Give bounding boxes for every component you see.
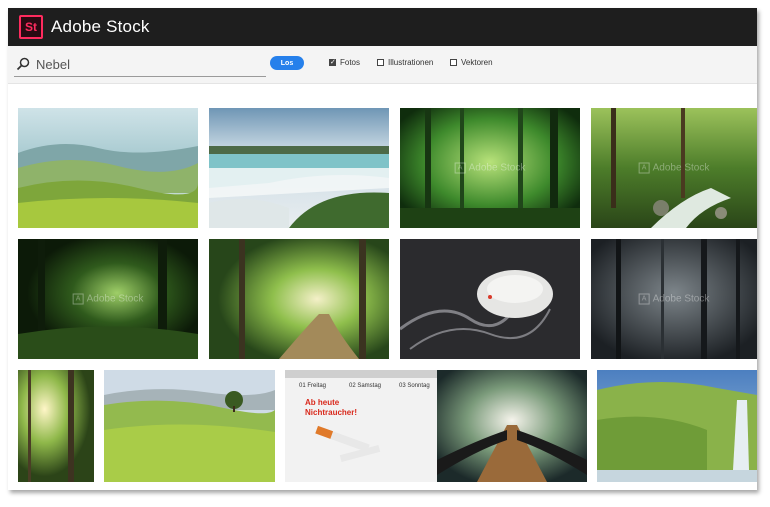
image-thumbnail-dark-forest-path[interactable]: A Adobe Stock	[18, 239, 198, 359]
filter-vectors-label: Vektoren	[461, 58, 493, 67]
filter-photos-label: Fotos	[340, 58, 361, 67]
watermark: A Adobe Stock	[72, 293, 143, 305]
search-bar: Los ✓ Fotos Illustrationen Vektoren	[8, 46, 757, 84]
search-go-button[interactable]: Los	[270, 56, 304, 70]
image-thumbnail-calendar-nonsmoker[interactable]: 01 Freitag 02 Samstag 03 Sonntag Ab heut…	[285, 370, 452, 482]
foggy-bridge-photo	[437, 370, 587, 482]
sunbeam-forest-photo	[18, 370, 94, 482]
filter-illustrations-label: Illustrationen	[388, 58, 434, 67]
mountain-waterfall-photo	[597, 370, 757, 482]
calendar-note-2: Nichtraucher!	[305, 408, 358, 417]
watermark: A Adobe Stock	[638, 162, 709, 174]
calendar-rings	[285, 370, 452, 378]
checkbox-photos[interactable]: ✓	[329, 59, 336, 66]
image-thumbnail-sunlit-forest[interactable]	[209, 239, 389, 359]
search-field	[14, 52, 266, 77]
smoke-detector-photo	[400, 239, 580, 359]
calendar-day-3: 03 Sonntag	[399, 383, 430, 389]
green-hills-photo	[104, 370, 275, 482]
search-icon	[16, 57, 30, 71]
image-thumbnail-misty-dark-forest[interactable]: A Adobe Stock	[591, 239, 757, 359]
calendar-day-1: 01 Freitag	[299, 383, 327, 389]
filter-illustrations[interactable]: Illustrationen	[377, 58, 433, 67]
image-thumbnail-sunbeam-forest[interactable]	[18, 370, 94, 482]
image-thumbnail-foggy-bridge[interactable]	[437, 370, 587, 482]
stock-logo[interactable]: St	[19, 15, 43, 39]
watermark: A Adobe Stock	[454, 162, 525, 174]
checkbox-vectors[interactable]	[450, 59, 457, 66]
watermark: A Adobe Stock	[638, 293, 709, 305]
sunlit-forest-photo	[209, 239, 389, 359]
calendar-day-2: 02 Samstag	[349, 383, 382, 389]
app-title: Adobe Stock	[51, 17, 150, 36]
checkbox-illustrations[interactable]	[377, 59, 384, 66]
app-window: St Adobe Stock Los ✓ Fotos Illustratione…	[8, 8, 757, 490]
image-thumbnail-smoke-detector[interactable]	[400, 239, 580, 359]
filter-photos[interactable]: ✓ Fotos	[329, 58, 360, 67]
filter-vectors[interactable]: Vektoren	[450, 58, 493, 67]
image-thumbnail-mountain-waterfall[interactable]	[597, 370, 757, 482]
image-thumbnail-green-hills-tree[interactable]	[104, 370, 275, 482]
image-thumbnail-meadow-hills[interactable]	[18, 108, 198, 228]
meadow-hills-photo	[18, 108, 198, 228]
top-bar: St Adobe Stock	[8, 8, 757, 46]
search-input[interactable]	[36, 56, 256, 72]
image-thumbnail-forest-stream[interactable]: A Adobe Stock	[591, 108, 757, 228]
calendar-note-1: Ab heute	[305, 398, 340, 407]
image-thumbnail-waterfall[interactable]	[209, 108, 389, 228]
image-thumbnail-green-forest-fog[interactable]: A Adobe Stock	[400, 108, 580, 228]
waterfall-photo	[209, 108, 389, 228]
